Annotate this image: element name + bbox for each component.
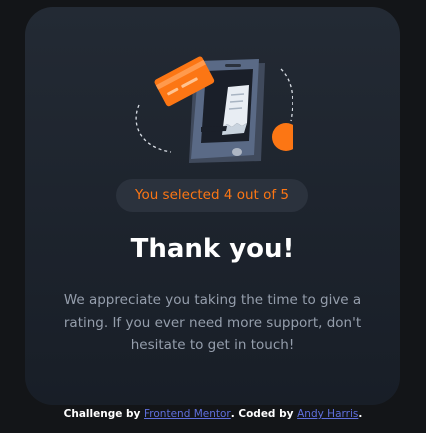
page-title: Thank you! [130,234,295,264]
attribution-footer: Challenge by Frontend Mentor. Coded by A… [0,406,426,422]
footer-end-text: . [358,408,363,420]
phone-payment-illustration [135,56,293,163]
thank-you-message: We appreciate you taking the time to giv… [63,292,362,353]
selected-rating-text: You selected 4 out of 5 [134,187,289,203]
challenge-by-text: Challenge by [63,408,145,420]
coded-by-text: . Coded by [230,408,298,420]
thank-you-card: You selected 4 out of 5 Thank you! We ap… [25,7,400,405]
selected-rating-badge: You selected 4 out of 5 [116,179,308,212]
author-link[interactable]: Andy Harris [297,408,358,420]
frontend-mentor-link[interactable]: Frontend Mentor [144,408,231,420]
